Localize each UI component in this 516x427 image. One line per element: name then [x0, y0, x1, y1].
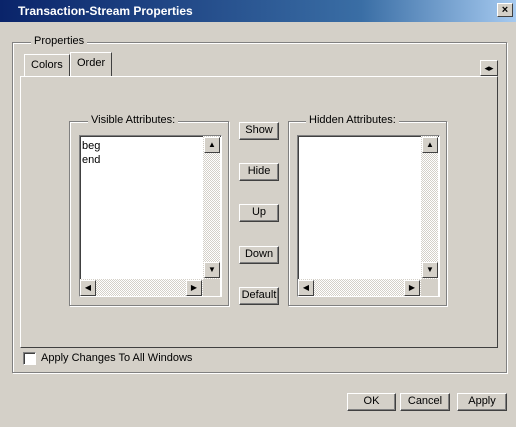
scroll-right-icon: ▶ — [190, 283, 198, 292]
scroll-up-icon: ▲ — [426, 140, 434, 149]
properties-group-legend: Properties — [31, 35, 88, 47]
hidden-scroll-left-button[interactable]: ◀ — [298, 280, 314, 296]
down-button[interactable]: Down — [239, 246, 279, 264]
hidden-scroll-up-button[interactable]: ▲ — [422, 137, 438, 153]
tab-scroll-arrows-icon: ◂▸ — [484, 63, 494, 73]
scroll-right-icon: ▶ — [408, 283, 416, 292]
visible-list-vertical-scrollbar[interactable] — [203, 136, 220, 279]
apply-all-checkbox[interactable] — [23, 352, 36, 365]
scroll-corner — [203, 279, 220, 296]
ok-button[interactable]: OK — [347, 393, 396, 411]
visible-scroll-left-button[interactable]: ◀ — [80, 280, 96, 296]
scroll-down-icon: ▼ — [426, 265, 434, 274]
up-button[interactable]: Up — [239, 204, 279, 222]
list-item[interactable]: end — [80, 153, 221, 167]
hidden-attributes-label: Hidden Attributes: — [306, 114, 399, 126]
tab-colors-label: Colors — [31, 59, 63, 71]
list-item[interactable]: beg — [80, 136, 221, 153]
tab-order[interactable]: Order — [70, 52, 113, 76]
tab-scroll-button[interactable]: ◂▸ — [480, 60, 498, 76]
window-title: Transaction-Stream Properties — [18, 4, 193, 18]
hide-button[interactable]: Hide — [239, 163, 279, 181]
scroll-up-icon: ▲ — [208, 140, 216, 149]
scroll-left-icon: ◀ — [302, 283, 310, 292]
close-button[interactable]: × — [497, 3, 513, 17]
scroll-down-icon: ▼ — [208, 265, 216, 274]
cancel-button[interactable]: Cancel — [400, 393, 450, 411]
hidden-list-vertical-scrollbar[interactable] — [421, 136, 438, 279]
apply-all-label[interactable]: Apply Changes To All Windows — [41, 352, 192, 364]
visible-attributes-list[interactable]: beg end — [79, 135, 222, 297]
scroll-left-icon: ◀ — [84, 283, 92, 292]
hidden-scroll-right-button[interactable]: ▶ — [404, 280, 420, 296]
apply-button[interactable]: Apply — [457, 393, 507, 411]
visible-scroll-right-button[interactable]: ▶ — [186, 280, 202, 296]
visible-list-horizontal-scrollbar[interactable] — [80, 279, 203, 296]
scroll-corner — [421, 279, 438, 296]
hidden-attributes-list[interactable] — [297, 135, 440, 297]
visible-scroll-up-button[interactable]: ▲ — [204, 137, 220, 153]
title-bar[interactable]: Transaction-Stream Properties — [0, 0, 516, 22]
hidden-list-horizontal-scrollbar[interactable] — [298, 279, 421, 296]
tab-order-label: Order — [77, 57, 106, 69]
visible-attributes-label: Visible Attributes: — [88, 114, 179, 126]
visible-scroll-down-button[interactable]: ▼ — [204, 262, 220, 278]
tab-colors[interactable]: Colors — [24, 54, 70, 76]
show-button[interactable]: Show — [239, 122, 279, 140]
default-button[interactable]: Default — [239, 287, 279, 305]
hidden-scroll-down-button[interactable]: ▼ — [422, 262, 438, 278]
close-icon: × — [501, 4, 509, 16]
